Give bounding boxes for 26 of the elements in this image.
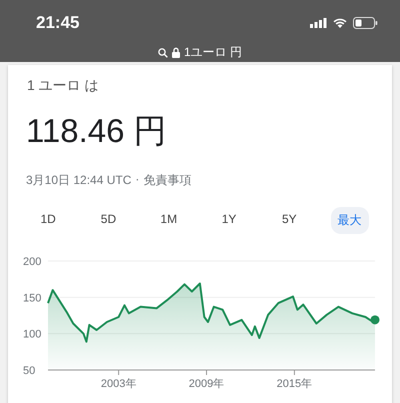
x-axis-label: 2009年 bbox=[188, 378, 224, 390]
range-tab[interactable]: 1D bbox=[33, 207, 63, 234]
y-axis-label: 100 bbox=[23, 328, 42, 341]
timestamp: 3月10日 12:44 UTC bbox=[26, 172, 132, 189]
x-axis-label: 2015年 bbox=[276, 378, 312, 390]
signal-icon bbox=[310, 18, 327, 28]
lock-icon bbox=[172, 47, 180, 58]
y-axis-label: 150 bbox=[23, 292, 42, 304]
y-axis-label: 200 bbox=[23, 256, 42, 268]
exchange-rate-value: 118.46 円 bbox=[25, 111, 168, 151]
disclaimer-link[interactable]: 免責事項 bbox=[143, 172, 192, 189]
conversion-heading: 1 ユーロ は bbox=[26, 76, 100, 95]
range-tab[interactable]: 5Y bbox=[274, 207, 304, 234]
battery-icon bbox=[353, 17, 378, 29]
range-tab[interactable]: 1M bbox=[153, 207, 184, 234]
clock-time: 21:45 bbox=[36, 13, 80, 33]
wifi-icon bbox=[333, 18, 347, 28]
range-tab[interactable]: 5D bbox=[94, 207, 124, 234]
separator-dot: · bbox=[135, 172, 140, 188]
range-tab[interactable]: 最大 bbox=[330, 207, 369, 234]
range-tab[interactable]: 1Y bbox=[214, 207, 244, 234]
search-icon bbox=[158, 48, 168, 58]
address-text[interactable]: 1ユーロ 円 bbox=[184, 44, 242, 61]
end-point-marker bbox=[370, 315, 380, 324]
y-axis-label: 50 bbox=[23, 365, 36, 377]
x-axis-label: 2003年 bbox=[100, 378, 136, 390]
